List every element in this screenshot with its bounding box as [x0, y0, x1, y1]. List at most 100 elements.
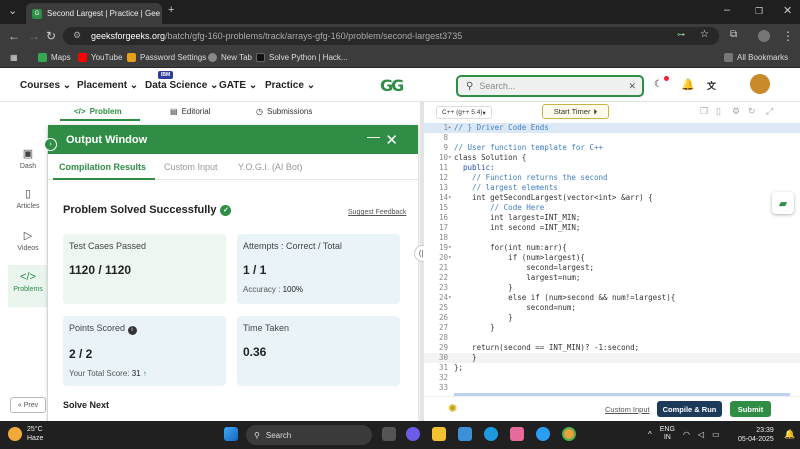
tab-list-icon[interactable]: ⌄ [8, 4, 17, 17]
edge-icon[interactable] [484, 427, 498, 441]
fold-arrow-icon[interactable]: ▾ [448, 153, 452, 163]
extension-icon[interactable]: ⊶ [677, 30, 685, 39]
submit-button[interactable]: Submit [730, 401, 771, 417]
bell-icon[interactable]: 🔔 [681, 78, 695, 91]
sidebar-item-videos[interactable]: ▷ Videos [8, 229, 48, 265]
reload-icon[interactable]: ↻ [46, 29, 56, 43]
clock[interactable]: 23:39 05-04-2025 [738, 426, 774, 444]
task-view-icon[interactable] [382, 427, 396, 441]
vscode-icon[interactable] [458, 427, 472, 441]
tab-compilation-results[interactable]: Compilation Results [59, 162, 146, 172]
bookmark-password-settings[interactable]: Password Settings [127, 53, 206, 62]
notification-bell-icon[interactable]: 🔔 [784, 429, 795, 440]
menu-gate[interactable]: GATE ⌄ [219, 80, 257, 91]
bookmark-youtube[interactable]: YouTube [78, 53, 122, 62]
menu-practice[interactable]: Practice ⌄ [265, 80, 315, 91]
close-window-icon[interactable]: ✕ [783, 4, 792, 17]
fold-arrow-icon[interactable]: ▾ [448, 193, 452, 203]
weather-sun-icon [8, 427, 22, 441]
back-icon[interactable]: ← [8, 29, 20, 43]
custom-input-link[interactable]: Custom Input [605, 405, 650, 414]
copilot-icon[interactable] [510, 427, 524, 441]
restore-window-icon[interactable]: ❐ [755, 6, 763, 17]
fold-arrow-icon[interactable]: ▾ [448, 243, 452, 253]
battery-icon[interactable]: ▭ [712, 430, 720, 439]
translate-icon[interactable]: 文 [707, 79, 716, 92]
apps-grid-icon[interactable]: ▦ [10, 53, 18, 62]
address-bar[interactable]: ⚙ geeksforgeeks.org /batch/gfg-160-probl… [63, 27, 719, 45]
bookmark-maps[interactable]: Maps [38, 53, 71, 62]
tab-problem[interactable]: </> Problem [74, 107, 122, 116]
bookmark-star-icon[interactable]: ☆ [700, 29, 709, 40]
browser-tab-active[interactable]: G Second Largest | Practice | Gee ✕ [26, 3, 162, 24]
reset-icon[interactable]: ↻ [748, 106, 756, 117]
theme-toggle-icon[interactable]: ☾ [654, 79, 663, 90]
weather-condition: Haze [27, 435, 44, 442]
document-icon[interactable]: ▯ [716, 106, 721, 117]
menu-data-science[interactable]: Data Science ⌄ [145, 80, 218, 91]
bookmark-hackerrank[interactable]: Solve Python | Hack... [256, 53, 348, 62]
new-tab-button[interactable]: + [168, 4, 174, 16]
settings-icon[interactable]: ⚙ [732, 106, 740, 117]
tab-yogi-bot[interactable]: Y.O.G.I. (AI Bot) [238, 162, 302, 172]
copy-icon[interactable]: ❐ [700, 106, 708, 117]
language-indicator[interactable]: ENG IN [660, 426, 675, 442]
teams-icon[interactable] [406, 427, 420, 441]
code-line: 31}; [438, 363, 464, 372]
time-taken-card: Time Taken 0.36 [237, 316, 400, 386]
minimize-window-icon[interactable]: – [724, 4, 730, 16]
expand-panel-icon[interactable]: › [44, 138, 57, 151]
code-editor[interactable]: 1 ▸// } Driver Code Ends 8 9// User funct… [424, 122, 800, 396]
extensions-icon[interactable]: ⧉ [730, 29, 737, 40]
site-info-icon[interactable]: ⚙ [73, 30, 81, 41]
active-tab-underline [60, 119, 140, 121]
fold-arrow-icon[interactable]: ▾ [448, 293, 452, 303]
weather-widget[interactable]: 25°C Haze [8, 425, 43, 443]
gfg-logo[interactable]: GG [380, 76, 416, 95]
temperature: 25°C [27, 426, 43, 433]
tab-custom-input[interactable]: Custom Input [164, 162, 218, 172]
windows-start-icon[interactable] [224, 427, 238, 441]
start-timer-button[interactable]: Start Timer ⏵ [542, 104, 609, 119]
chevron-up-icon[interactable]: ^ [648, 430, 652, 439]
fold-arrow-icon[interactable]: ▾ [448, 253, 452, 263]
whatsapp-icon[interactable] [536, 427, 550, 441]
taskbar-search[interactable]: ⚲ Search [246, 425, 372, 445]
chrome-icon[interactable] [562, 427, 576, 441]
profile-avatar[interactable] [758, 30, 770, 42]
lightbulb-icon[interactable]: ✺ [448, 402, 457, 415]
language-select[interactable]: C++ (g++ 5.4) ▾ [436, 106, 492, 119]
url-path: /batch/gfg-160-problems/track/arrays-gfg… [165, 31, 463, 41]
suggest-feedback-link[interactable]: Suggest Feedback [348, 209, 406, 216]
menu-placement[interactable]: Placement ⌄ [77, 80, 138, 91]
search-input[interactable]: ⚲ Search... ✕ [456, 75, 644, 97]
minimize-icon[interactable]: — [367, 129, 380, 144]
code-line: 22 largest=num; [438, 273, 581, 282]
sidebar-item-problems[interactable]: </> Problems [8, 265, 48, 307]
problem-tabs: </> Problem ▤ Editorial ◷ Submissions [0, 102, 420, 121]
all-bookmarks[interactable]: All Bookmarks [724, 53, 788, 62]
browser-menu-icon[interactable]: ⋮ [782, 29, 794, 43]
chat-icon[interactable]: ▰ [772, 192, 794, 214]
info-icon[interactable]: i [127, 326, 137, 335]
forward-icon[interactable]: → [28, 29, 40, 43]
menu-courses[interactable]: Courses ⌄ [20, 80, 71, 91]
code-line: 10 ▾ class Solution { [438, 153, 527, 163]
tab-submissions[interactable]: ◷ Submissions [256, 107, 312, 116]
bookmark-new-tab[interactable]: New Tab [208, 53, 252, 62]
test-cases-label: Test Cases Passed [69, 241, 147, 251]
user-avatar[interactable] [750, 74, 770, 94]
sidebar-item-dash[interactable]: ▣ Dash [8, 147, 48, 183]
compile-run-button[interactable]: Compile & Run [657, 401, 722, 417]
sidebar-item-articles[interactable]: ▯ Articles [8, 187, 48, 223]
fold-arrow-icon[interactable]: ▸ [448, 123, 452, 133]
clear-search-icon[interactable]: ✕ [628, 81, 636, 92]
volume-icon[interactable]: ◁ [698, 430, 704, 439]
wifi-icon[interactable]: ◠ [683, 430, 690, 439]
tab-editorial[interactable]: ▤ Editorial [170, 107, 210, 116]
file-explorer-icon[interactable] [432, 427, 446, 441]
close-icon[interactable]: ✕ [385, 131, 398, 149]
code-line: 26 } [438, 313, 513, 322]
fullscreen-icon[interactable]: ⤢ [766, 106, 773, 117]
prev-button[interactable]: « Prev [10, 397, 46, 413]
